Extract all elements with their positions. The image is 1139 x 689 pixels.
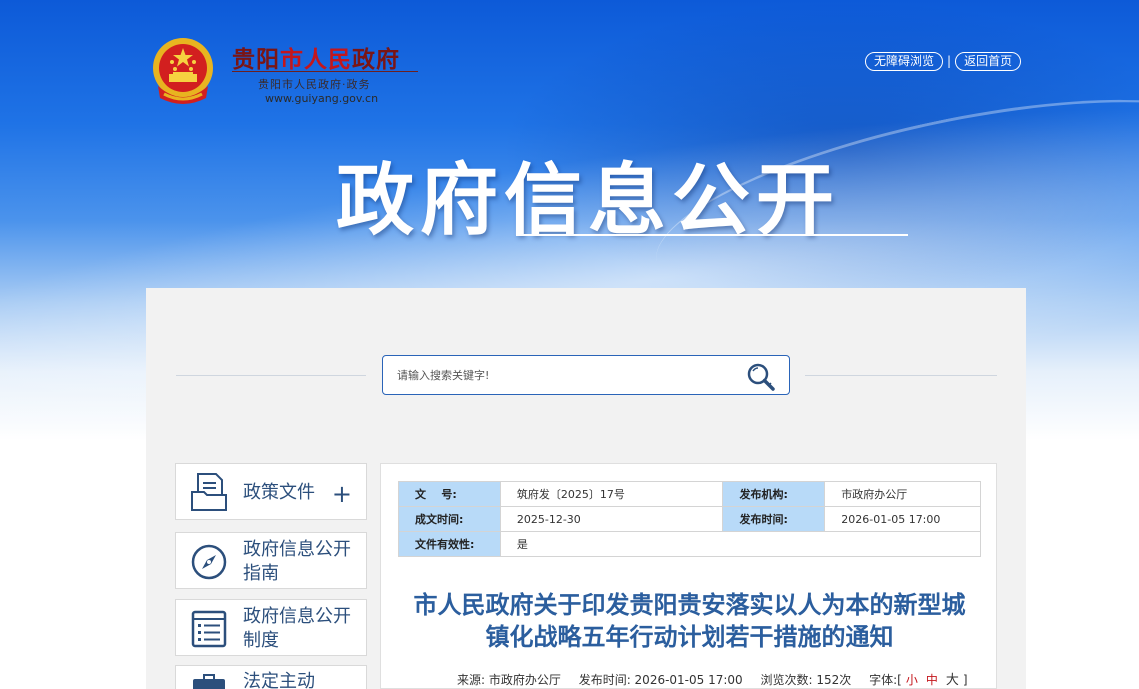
document-source: 来源: 市政府办公厅 xyxy=(457,673,561,687)
document-folder-icon xyxy=(190,472,228,511)
site-url: www.guiyang.gov.cn xyxy=(265,92,379,105)
search-divider-right xyxy=(805,375,997,376)
validity-label: 文件有效性: xyxy=(398,531,501,557)
published-date-label: 发布时间: xyxy=(722,506,826,532)
search-divider-left xyxy=(176,375,366,376)
table-row: 文 号: 筑府发〔2025〕17号 发布机构: 市政府办公厅 xyxy=(398,481,981,507)
sidebar-item-label: 法定主动 xyxy=(243,671,315,689)
sidebar-item-disclosure-system[interactable]: 政府信息公开制度 xyxy=(175,599,367,656)
list-document-icon xyxy=(190,609,228,648)
table-row: 文件有效性: 是 xyxy=(398,531,982,557)
search-input[interactable] xyxy=(397,365,737,385)
document-meta-table: 文 号: 筑府发〔2025〕17号 发布机构: 市政府办公厅 成文时间: 202… xyxy=(398,481,982,557)
doc-number-value: 筑府发〔2025〕17号 xyxy=(499,481,724,507)
back-home-link[interactable]: 返回首页 xyxy=(955,51,1022,71)
sidebar-item-label: 政府信息公开制度 xyxy=(243,606,351,651)
font-size-small-button[interactable]: 小 xyxy=(906,673,918,687)
sidebar-item-policy-documents[interactable]: 政策文件 + xyxy=(175,463,367,520)
font-size-bracket: ] xyxy=(962,673,968,687)
document-title: 市人民政府关于印发贵阳贵安落实以人为本的新型城镇化战略五年行动计划若干措施的通知 xyxy=(413,591,966,651)
issuer-label: 发布机构: xyxy=(722,481,826,507)
table-row: 成文时间: 2025-12-30 发布时间: 2026-01-05 17:00 xyxy=(398,506,981,532)
accessible-browse-link[interactable]: 无障碍浏览 xyxy=(865,51,944,71)
doc-number-label: 文 号: xyxy=(398,481,501,507)
document-info: 来源: 市政府办公厅 发布时间: 2026-01-05 17:00 浏览次数: … xyxy=(457,669,977,688)
issuer-value: 市政府办公厅 xyxy=(824,481,981,507)
font-size-medium-button[interactable]: 中 xyxy=(926,673,938,687)
document-publish-time: 发布时间: 2026-01-05 17:00 xyxy=(578,673,743,687)
sidebar-item-label: 政府信息公开指南 xyxy=(243,539,351,584)
sidebar-item-disclosure-guide[interactable]: 政府信息公开指南 xyxy=(175,532,367,589)
site-subtitle: 贵阳市人民政府·政务 xyxy=(258,78,371,91)
font-size-large-button[interactable]: 大 xyxy=(946,673,959,688)
document-content: 文 号: 筑府发〔2025〕17号 发布机构: 市政府办公厅 成文时间: 202… xyxy=(380,463,997,689)
published-date-value: 2026-01-05 17:00 xyxy=(824,506,981,532)
search-box xyxy=(382,355,790,395)
site-name: 贵阳市人民政府 xyxy=(232,47,400,73)
validity-value: 是 xyxy=(499,531,982,557)
document-views: 浏览次数: 152次 xyxy=(760,673,852,687)
national-emblem-icon xyxy=(150,36,216,108)
expand-plus-icon[interactable]: + xyxy=(332,482,352,506)
site-name-divider xyxy=(232,71,418,72)
top-links: 无障碍浏览 | 返回首页 xyxy=(865,51,1022,71)
briefcase-icon xyxy=(190,674,228,689)
compass-icon xyxy=(190,543,228,581)
hero-underline xyxy=(516,234,908,236)
created-date-label: 成文时间: xyxy=(398,506,501,532)
link-separator: | xyxy=(947,54,952,68)
magnifier-icon xyxy=(747,363,775,391)
sidebar-item-statutory-disclosure[interactable]: 法定主动 xyxy=(175,665,367,689)
created-date-value: 2025-12-30 xyxy=(499,506,724,532)
search-button[interactable] xyxy=(744,361,778,391)
font-size-label: 字体:[ xyxy=(869,673,902,687)
